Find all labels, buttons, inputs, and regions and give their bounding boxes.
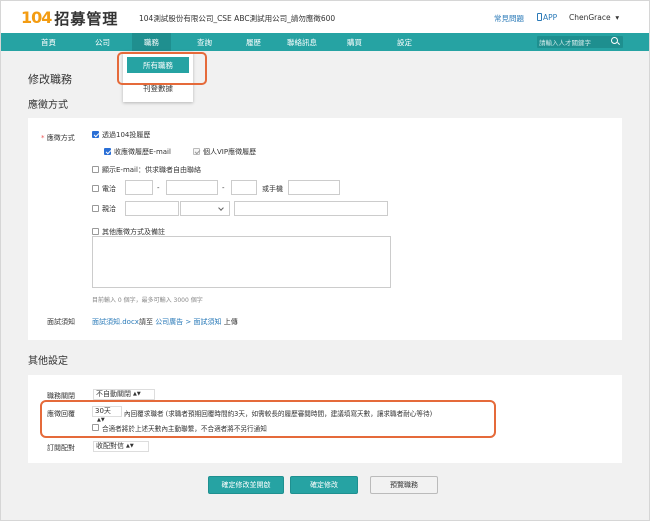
visit-checkbox[interactable]	[92, 205, 99, 212]
receive-email-checkbox[interactable]	[104, 148, 111, 155]
highlight-box	[117, 52, 207, 85]
top-bar: 104 招募管理 104測試股份有限公司_CSE ABC測試用公司_請勿應徵600…	[1, 1, 649, 33]
mobile-input[interactable]	[288, 180, 340, 195]
save-and-open-button[interactable]: 確定修改並開啟	[208, 476, 284, 494]
mobile-label: 或手機	[262, 185, 283, 193]
highlight-box	[40, 400, 496, 438]
other-method-checkbox[interactable]	[92, 228, 99, 235]
phone-ext-input[interactable]	[231, 180, 257, 195]
interview-label: 面試須知	[47, 318, 75, 326]
phone-icon	[537, 13, 542, 21]
district-select[interactable]	[180, 201, 230, 216]
caret-down-icon: ▾	[615, 13, 620, 22]
interview-file-link[interactable]: 面試須知.docx	[92, 318, 139, 326]
show-email-label: 顯示E-mail：供求職者自由聯絡	[102, 166, 201, 174]
interview-end-text: 上傳	[223, 318, 238, 326]
company-name: 104測試股份有限公司_CSE ABC測試用公司_請勿應徵600	[139, 14, 336, 23]
page-title: 修改職務	[28, 73, 72, 86]
chevron-down-icon	[218, 205, 224, 211]
preview-button[interactable]: 預覽職務	[370, 476, 438, 494]
section-title-apply: 應徵方式	[28, 100, 68, 111]
updown-icon: ▲▼	[133, 391, 141, 397]
talent-search[interactable]: 請輸入人才關鍵字	[537, 36, 623, 48]
close-select-value: 不自動關閉	[96, 390, 131, 398]
updown-icon: ▲▼	[126, 443, 134, 449]
required-mark: *	[41, 134, 45, 142]
match-select-value: 收配對信	[96, 442, 124, 450]
match-select[interactable]: 收配對信 ▲▼	[93, 441, 149, 452]
nav-home[interactable]: 首頁	[41, 37, 56, 48]
phone-dash-2: -	[222, 184, 225, 192]
user-name: ChenGrace	[569, 13, 611, 22]
main-nav: 首頁 公司 職務 查詢 履歷 聯絡訊息 購買 設定 請輸入人才關鍵字	[1, 33, 649, 51]
save-button[interactable]: 確定修改	[290, 476, 358, 494]
nav-company[interactable]: 公司	[95, 37, 110, 48]
interview-notice-line: 面試須知.docx請至 公司廣告 > 面試須知 上傳	[92, 317, 238, 327]
phone-number-input[interactable]	[166, 180, 218, 195]
nav-messages[interactable]: 聯絡訊息	[287, 37, 317, 48]
faq-link[interactable]: 常見問題	[494, 13, 524, 24]
app-label: APP	[543, 13, 558, 22]
vip-label: 個人VIP應徵履歷	[203, 148, 257, 156]
app-link[interactable]: APP	[537, 13, 557, 22]
company-ad-link[interactable]: 公司廣告	[155, 318, 183, 326]
apply-method-label: * 應徵方式	[41, 133, 75, 143]
phone-dash-1: -	[157, 184, 160, 192]
nav-query[interactable]: 查詢	[197, 37, 212, 48]
logo-text: 招募管理	[54, 10, 119, 28]
phone-label: 電洽	[102, 185, 116, 193]
phone-checkbox[interactable]	[92, 185, 99, 192]
close-select[interactable]: 不自動關閉 ▲▼	[93, 389, 155, 400]
show-email-checkbox[interactable]	[92, 166, 99, 173]
address-input[interactable]	[234, 201, 388, 216]
via-104-checkbox[interactable]	[92, 131, 99, 138]
logo[interactable]: 104 招募管理	[21, 8, 117, 28]
city-select[interactable]	[125, 201, 179, 216]
user-menu[interactable]: ChenGrace ▾	[569, 13, 619, 22]
visit-label: 親洽	[102, 205, 116, 213]
via-104-label: 透過104投履歷	[102, 131, 151, 139]
phone-area-input[interactable]	[125, 180, 153, 195]
interview-mid-text: 請至	[138, 318, 153, 326]
arrow-right-icon: >	[185, 318, 192, 326]
nav-purchase[interactable]: 購買	[347, 37, 362, 48]
vip-checkbox	[193, 148, 200, 155]
apply-method-label-text: 應徵方式	[46, 134, 75, 142]
nav-settings[interactable]: 設定	[397, 37, 412, 48]
search-icon[interactable]	[611, 37, 618, 44]
match-label: 訂閱配對	[47, 444, 75, 452]
receive-email-label: 收應徵履歷E-mail	[114, 148, 171, 156]
nav-jobs[interactable]: 職務	[132, 33, 171, 51]
section-title-other: 其他設定	[28, 356, 68, 367]
char-count-note: 目前輸入 0 個字，最多可輸入 3000 個字	[92, 297, 203, 304]
logo-number: 104	[21, 8, 52, 27]
search-input[interactable]: 請輸入人才關鍵字	[539, 37, 591, 47]
other-method-textarea[interactable]	[92, 236, 391, 288]
interview-notice-link[interactable]: 面試須知	[194, 318, 222, 326]
nav-resume[interactable]: 履歷	[246, 37, 261, 48]
